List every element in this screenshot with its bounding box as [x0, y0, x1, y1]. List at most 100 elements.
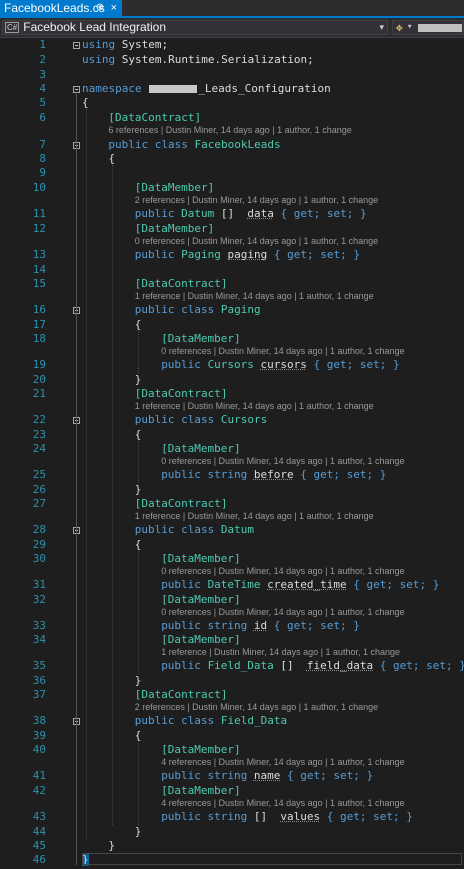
codelens-info[interactable]: 2 references | Dustin Miner, 14 days ago…	[135, 702, 378, 713]
code-token: System.Runtime.Serialization;	[121, 53, 314, 66]
code-line[interactable]: [DataMember]	[161, 593, 240, 607]
code-line[interactable]: [DataContract]	[135, 497, 228, 511]
code-line[interactable]: [DataMember]	[161, 784, 240, 798]
code-line[interactable]: [DataMember]	[161, 633, 240, 647]
line-number: 5	[39, 96, 46, 109]
code-line[interactable]: }	[135, 674, 142, 688]
code-line[interactable]: public class Cursors	[135, 413, 267, 427]
code-token: [DataMember]	[134, 181, 215, 194]
code-line[interactable]: {	[108, 152, 115, 166]
code-line[interactable]: }	[135, 373, 142, 387]
member-dropdown[interactable]: ✥ ▾	[392, 20, 464, 35]
codelens-info[interactable]: 4 references | Dustin Miner, 14 days ago…	[161, 757, 404, 768]
code-token: public class	[134, 303, 215, 316]
codelens-info[interactable]: 1 reference | Dustin Miner, 14 days ago …	[161, 647, 400, 658]
code-line[interactable]: {	[135, 729, 142, 743]
code-line[interactable]: }	[135, 825, 142, 839]
code-editor[interactable]: 1 using System; 2 using System.Runtime.Seri…	[0, 38, 464, 869]
tab-facebookleads-cs[interactable]: FacebookLeads.cs ⊕ ×	[0, 0, 122, 16]
code-line[interactable]: public string name { get; set; }	[161, 769, 373, 783]
code-line[interactable]: public string before { get; set; }	[161, 468, 386, 482]
tab-title: FacebookLeads.cs	[4, 1, 105, 15]
code-line[interactable]: [DataMember]	[161, 442, 240, 456]
code-line[interactable]: public class Paging	[135, 303, 261, 317]
code-line[interactable]: namespace _Leads_Configuration	[82, 82, 331, 96]
collapse-icon[interactable]	[73, 42, 80, 49]
code-line[interactable]: {	[135, 428, 142, 442]
member-icon: ✥	[396, 21, 403, 34]
pin-icon[interactable]: ⊕	[96, 0, 104, 16]
redacted-member-name	[418, 24, 462, 32]
code-token: { get; set; }	[287, 769, 374, 782]
code-token: }	[134, 373, 142, 386]
code-token: Datum	[220, 523, 255, 536]
code-line[interactable]: }	[135, 483, 142, 497]
code-line[interactable]: [DataContract]	[135, 688, 228, 702]
code-token: {	[134, 538, 142, 551]
line-number: 17	[32, 318, 46, 331]
code-line[interactable]: [DataContract]	[135, 387, 228, 401]
close-icon[interactable]: ×	[111, 0, 117, 16]
code-line[interactable]: public class FacebookLeads	[108, 138, 280, 152]
code-line[interactable]: {	[82, 96, 89, 110]
codelens-info[interactable]: 0 references | Dustin Miner, 14 days ago…	[161, 566, 404, 577]
codelens-info[interactable]: 1 reference | Dustin Miner, 14 days ago …	[135, 291, 374, 302]
indent-guide	[138, 441, 139, 483]
codelens-info[interactable]: 0 references | Dustin Miner, 14 days ago…	[161, 607, 404, 618]
project-dropdown[interactable]: C# Facebook Lead Integration ▾	[2, 20, 388, 35]
code-line[interactable]: [DataMember]	[135, 222, 214, 236]
code-line[interactable]: [DataContract]	[135, 277, 228, 291]
codelens-info[interactable]: 0 references | Dustin Miner, 14 days ago…	[161, 346, 404, 357]
code-token: [DataMember]	[161, 784, 241, 797]
code-line[interactable]: public class Datum	[135, 523, 254, 537]
codelens-info[interactable]: 0 references | Dustin Miner, 14 days ago…	[161, 456, 404, 467]
line-number: 34	[32, 633, 46, 646]
outline-margin	[76, 94, 77, 865]
code-token: Cursors	[207, 358, 254, 371]
code-line[interactable]: }	[108, 839, 115, 853]
line-number: 31	[32, 578, 46, 591]
redacted-namespace	[149, 85, 198, 93]
codelens-info[interactable]: 6 references | Dustin Miner, 14 days ago…	[108, 125, 351, 136]
code-token: {	[82, 96, 89, 109]
code-line[interactable]: public DateTime created_time { get; set;…	[161, 578, 439, 592]
code-line[interactable]: [DataMember]	[161, 552, 240, 566]
line-number: 26	[32, 483, 46, 496]
code-line[interactable]: [DataMember]	[161, 332, 240, 346]
codelens-info[interactable]: 1 reference | Dustin Miner, 14 days ago …	[135, 401, 374, 412]
code-line[interactable]: public string id { get; set; }	[161, 619, 360, 633]
code-line[interactable]: [DataMember]	[161, 743, 240, 757]
indent-guide	[138, 331, 139, 373]
code-line[interactable]: {	[135, 318, 142, 332]
code-line[interactable]: {	[135, 538, 142, 552]
code-token: public string	[161, 619, 248, 632]
code-token: [DataMember]	[161, 332, 241, 345]
line-number: 32	[32, 593, 46, 606]
code-token: public string	[161, 468, 248, 481]
collapse-icon[interactable]	[73, 86, 80, 93]
line-number: 35	[32, 659, 46, 672]
code-token: public	[134, 207, 175, 220]
codelens-info[interactable]: 4 references | Dustin Miner, 14 days ago…	[161, 798, 404, 809]
code-line[interactable]: public class Field_Data	[135, 714, 287, 728]
code-token: public class	[134, 523, 215, 536]
code-token: public string	[161, 769, 248, 782]
codelens-info[interactable]: 0 references | Dustin Miner, 14 days ago…	[135, 236, 378, 247]
code-line[interactable]: public Datum [] data { get; set; }	[135, 207, 367, 221]
line-number: 38	[32, 714, 46, 727]
code-line[interactable]: public Paging paging { get; set; }	[135, 248, 360, 262]
code-token: [DataMember]	[161, 743, 241, 756]
code-line[interactable]: [DataContract]	[108, 111, 201, 125]
code-line[interactable]: using System.Runtime.Serialization;	[82, 53, 314, 67]
code-token: { get; set; }	[273, 619, 360, 632]
codelens-info[interactable]: 1 reference | Dustin Miner, 14 days ago …	[135, 511, 374, 522]
code-line[interactable]: [DataMember]	[135, 181, 214, 195]
codelens-info[interactable]: 2 references | Dustin Miner, 14 days ago…	[135, 195, 378, 206]
line-number: 46	[32, 853, 46, 866]
code-line[interactable]: using System;	[82, 38, 168, 52]
code-line[interactable]: public Cursors cursors { get; set; }	[161, 358, 399, 372]
code-line[interactable]: public Field_Data [] field_data { get; s…	[161, 659, 464, 673]
line-number: 37	[32, 688, 46, 701]
code-line[interactable]: public string [] values { get; set; }	[161, 810, 413, 824]
code-token: data	[247, 207, 274, 220]
